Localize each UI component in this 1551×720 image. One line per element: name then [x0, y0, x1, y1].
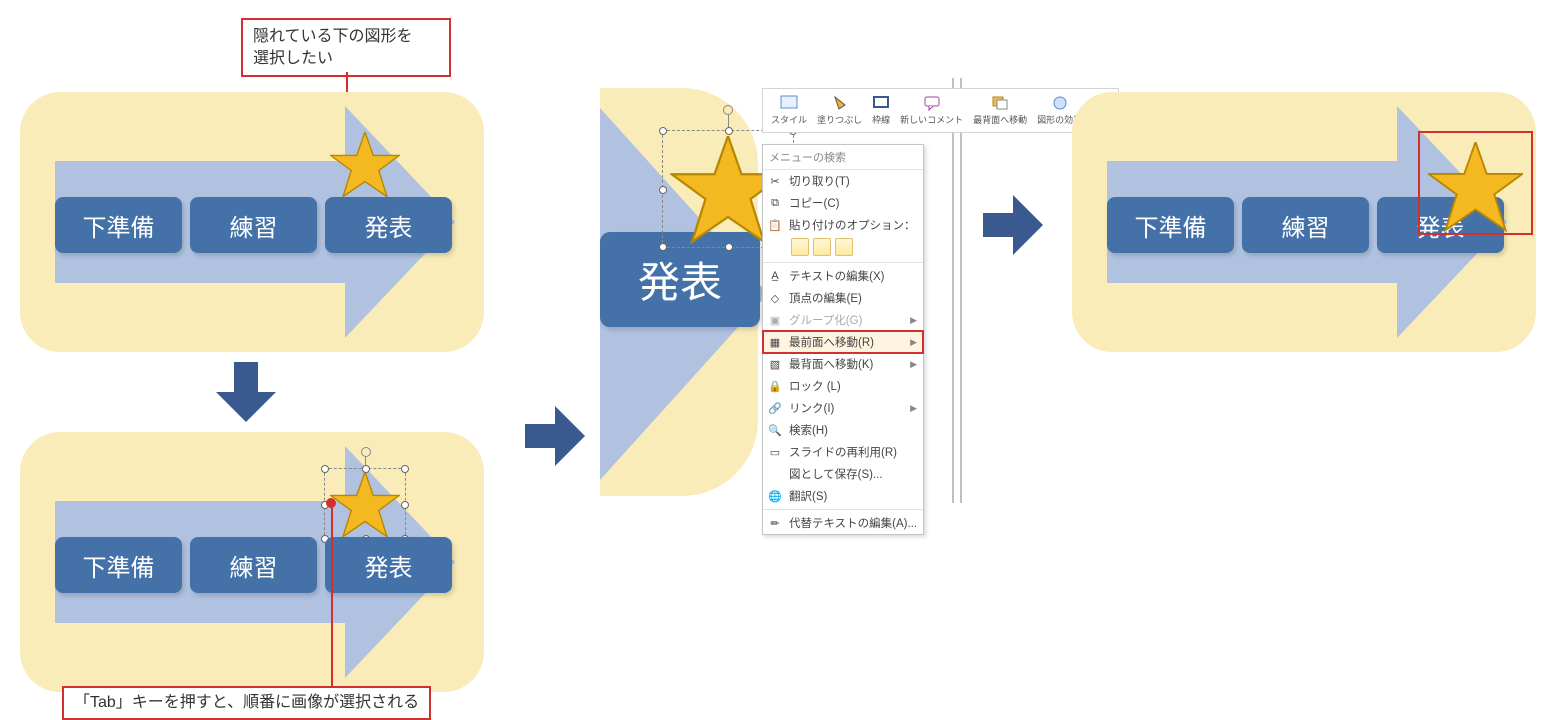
callout-line1: 隠れている下の図形を: [253, 26, 439, 48]
ctx-link-label: リンク(I): [789, 400, 834, 416]
ctx-paste-options: 📋 貼り付けのオプション：: [763, 214, 923, 236]
callout-hidden-shape: 隠れている下の図形を 選択したい: [241, 18, 451, 77]
ctx-search-input[interactable]: メニューの検索: [763, 145, 923, 170]
slide-edge-line-1: [952, 78, 954, 503]
box-practice-2[interactable]: 練習: [190, 537, 317, 593]
ctx-paste-label: 貼り付けのオプション：: [789, 217, 916, 233]
ctx-lock-label: ロック (L): [789, 378, 841, 394]
bring-front-icon: ▦: [767, 335, 783, 349]
ctx-lock[interactable]: 🔒 ロック (L): [763, 375, 923, 397]
search-icon: 🔍: [767, 423, 783, 437]
alt-text-icon: ✏: [767, 516, 783, 530]
ctx-edit-text-label: テキストの編集(X): [789, 268, 884, 284]
mini-fill-button[interactable]: 塗りつぶし: [813, 93, 866, 128]
ctx-savepic-label: 図として保存(S)...: [789, 466, 883, 482]
link-icon: 🔗: [767, 401, 783, 415]
ctx-edit-text[interactable]: A̲ テキストの編集(X): [763, 265, 923, 287]
ctx-bring-front[interactable]: ▦ 最前面へ移動(R) ▶: [763, 331, 923, 353]
ctx-search-label: 検索(H): [789, 422, 828, 438]
mini-toolbar: スタイル 塗りつぶし 枠線 新しいコメント 最背面へ移動 図形の効果 回転: [762, 88, 1119, 133]
star-1: [330, 132, 400, 198]
mini-comment-button[interactable]: 新しいコメント: [896, 93, 967, 128]
callout-pointer-bottom: [331, 503, 333, 686]
ctx-edit-points-label: 頂点の編集(E): [789, 290, 862, 306]
ctx-alt-text[interactable]: ✏ 代替テキストの編集(A)...: [763, 512, 923, 534]
ctx-save-as-pic[interactable]: 図として保存(S)...: [763, 463, 923, 485]
mini-style-label: スタイル: [771, 113, 807, 126]
box-practice-4[interactable]: 練習: [1242, 197, 1369, 253]
chevron-right-icon: ▶: [910, 403, 917, 414]
box-prep-4[interactable]: 下準備: [1107, 197, 1234, 253]
lock-icon: 🔒: [767, 379, 783, 393]
ctx-cut-label: 切り取り(T): [789, 173, 850, 189]
rotate-handle-3-icon[interactable]: [723, 105, 733, 115]
paste-options-row: [763, 236, 923, 260]
ctx-cut[interactable]: ✂ 切り取り(T): [763, 170, 923, 192]
red-highlight-result: [1418, 131, 1533, 235]
ctx-translate-label: 翻訳(S): [789, 488, 827, 504]
flow-arrow-right-2: [980, 195, 1046, 255]
paste-option-3-icon[interactable]: [835, 238, 853, 256]
box-present-1[interactable]: 発表: [325, 197, 452, 253]
callout-dot-bottom: [326, 498, 336, 508]
selection-frame-2[interactable]: [324, 468, 406, 540]
callout-tab-text: 「Tab」キーを押すと、順番に画像が選択される: [74, 694, 419, 711]
cut-icon: ✂: [767, 174, 783, 188]
flow-arrow-down: [216, 362, 276, 422]
mini-fill-label: 塗りつぶし: [817, 113, 862, 126]
ctx-group: ▣ グループ化(G) ▶: [763, 309, 923, 331]
paste-option-2-icon[interactable]: [813, 238, 831, 256]
context-menu: メニューの検索 ✂ 切り取り(T) ⧉ コピー(C) 📋 貼り付けのオプション：…: [762, 144, 924, 535]
ctx-send-back-label: 最背面へ移動(K): [789, 356, 873, 372]
ctx-send-back[interactable]: ▧ 最背面へ移動(K) ▶: [763, 353, 923, 375]
mini-outline-button[interactable]: 枠線: [868, 93, 894, 128]
ctx-search-web[interactable]: 🔍 検索(H): [763, 419, 923, 441]
edit-text-icon: A̲: [767, 269, 783, 283]
box-practice-1[interactable]: 練習: [190, 197, 317, 253]
chevron-right-icon: ▶: [910, 337, 917, 348]
rotate-handle-icon[interactable]: [361, 447, 371, 457]
ctx-bring-front-label: 最前面へ移動(R): [789, 334, 874, 350]
chevron-right-icon: ▶: [910, 315, 917, 326]
mini-style-button[interactable]: スタイル: [767, 93, 811, 128]
send-back-icon: ▧: [767, 357, 783, 371]
box-prep-1[interactable]: 下準備: [55, 197, 182, 253]
box-present-2[interactable]: 発表: [325, 537, 452, 593]
ctx-reuse-label: スライドの再利用(R): [789, 444, 897, 460]
translate-icon: 🌐: [767, 489, 783, 503]
group-icon: ▣: [767, 313, 783, 327]
slide-edge-line-2: [960, 78, 962, 503]
ctx-link[interactable]: 🔗 リンク(I) ▶: [763, 397, 923, 419]
callout-tab-key: 「Tab」キーを押すと、順番に画像が選択される: [62, 686, 431, 720]
paste-option-1-icon[interactable]: [791, 238, 809, 256]
edit-points-icon: ◇: [767, 291, 783, 305]
ctx-copy-label: コピー(C): [789, 195, 839, 211]
ctx-translate[interactable]: 🌐 翻訳(S): [763, 485, 923, 507]
mini-sendback-label: 最背面へ移動: [973, 113, 1027, 126]
flow-arrow-right-1: [522, 406, 588, 466]
reuse-slide-icon: ▭: [767, 445, 783, 459]
box-prep-2[interactable]: 下準備: [55, 537, 182, 593]
ctx-group-label: グループ化(G): [789, 312, 862, 328]
mini-sendback-button[interactable]: 最背面へ移動: [969, 93, 1031, 128]
ctx-edit-points[interactable]: ◇ 頂点の編集(E): [763, 287, 923, 309]
ctx-alt-text-label: 代替テキストの編集(A)...: [789, 515, 917, 531]
callout-line2: 選択したい: [253, 48, 439, 70]
chevron-right-icon: ▶: [910, 359, 917, 370]
mini-outline-label: 枠線: [872, 113, 890, 126]
ctx-copy[interactable]: ⧉ コピー(C): [763, 192, 923, 214]
mini-comment-label: 新しいコメント: [900, 113, 963, 126]
ctx-reuse-slide[interactable]: ▭ スライドの再利用(R): [763, 441, 923, 463]
copy-icon: ⧉: [767, 196, 783, 210]
paste-icon: 📋: [767, 218, 783, 232]
